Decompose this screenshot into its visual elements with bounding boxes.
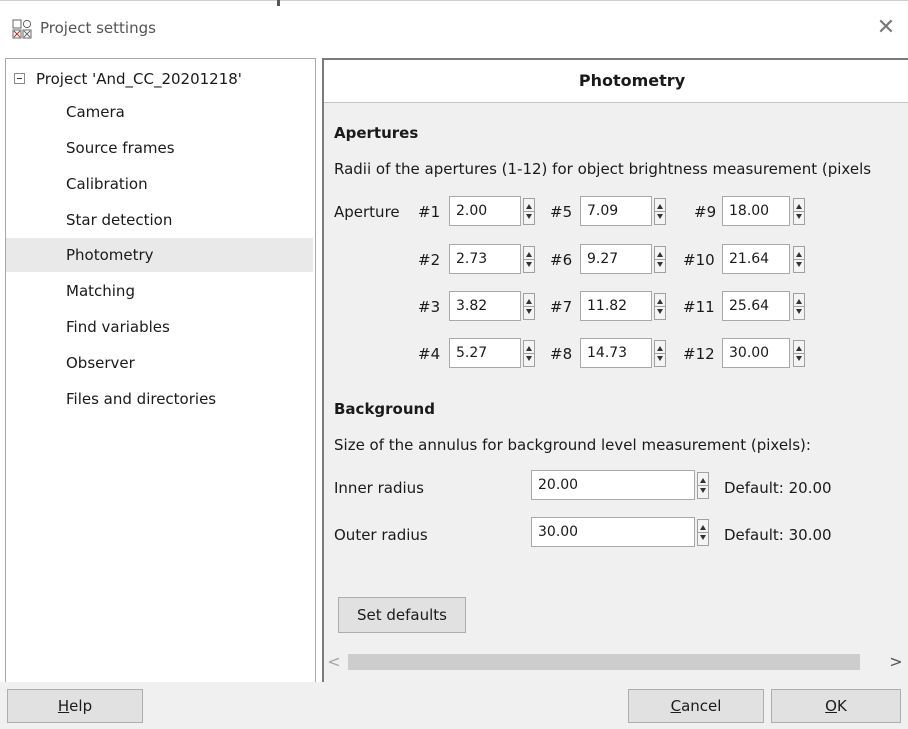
aperture-label-8: #8 [550,345,573,363]
aperture-8-field[interactable]: 14.73 [580,338,666,368]
aperture-8-stepper[interactable] [654,340,666,367]
outer-radius-stepper[interactable] [697,519,709,546]
inner-radius-field[interactable]: 20.00 [531,470,709,500]
aperture-8-value: 14.73 [587,345,628,361]
aperture-2-field[interactable]: 2.73 [449,244,535,274]
aperture-label-5: #5 [550,203,573,221]
aperture-12-stepper[interactable] [793,340,805,367]
aperture-5-stepper[interactable] [654,198,666,225]
cancel-label-rest: ancel [681,697,722,715]
aperture-2-value: 2.73 [456,251,488,267]
aperture-6-value: 9.27 [587,251,619,267]
aperture-5-field[interactable]: 7.09 [580,196,666,226]
aperture-5-value: 7.09 [587,203,619,219]
window-title: Project settings [40,19,156,37]
tree-root-label: Project 'And_CC_20201218' [36,70,242,88]
panel-title: Photometry [578,71,686,90]
aperture-7-field[interactable]: 11.82 [580,291,666,321]
tree-item-files-and-directories[interactable]: Files and directories [6,382,313,416]
apertures-description: Radii of the apertures (1-12) for object… [334,160,872,178]
tree-item-camera[interactable]: Camera [6,95,313,129]
aperture-2-stepper[interactable] [523,246,535,273]
collapse-icon[interactable] [14,73,25,84]
aperture-label-7: #7 [550,298,573,316]
background-description: Size of the annulus for background level… [334,436,811,454]
aperture-4-field[interactable]: 5.27 [449,338,535,368]
outer-radius-field[interactable]: 30.00 [531,517,709,547]
aperture-1-field[interactable]: 2.00 [449,196,535,226]
cancel-button[interactable]: Cancel [628,689,764,723]
aperture-3-value: 3.82 [456,298,488,314]
aperture-label-9: #9 [694,203,717,221]
inner-radius-value: 20.00 [538,477,579,493]
aperture-label-10: #10 [683,251,715,269]
aperture-label-11: #11 [683,298,715,316]
aperture-9-value: 18.00 [729,203,770,219]
aperture-7-stepper[interactable] [654,293,666,320]
tree-item-find-variables[interactable]: Find variables [6,310,313,344]
aperture-4-value: 5.27 [456,345,488,361]
inner-radius-default: Default: 20.00 [724,479,832,497]
aperture-label-4: #4 [418,345,441,363]
outer-radius-label: Outer radius [334,526,428,544]
aperture-1-stepper[interactable] [523,198,535,225]
ok-mnemonic: O [825,697,837,715]
help-mnemonic: H [57,697,70,715]
settings-tree: Project 'And_CC_20201218' Camera Source … [5,58,316,684]
window-top-border [0,0,908,1]
aperture-label-2: #2 [418,251,441,269]
tree-item-matching[interactable]: Matching [6,274,313,308]
aperture-6-stepper[interactable] [654,246,666,273]
tree-item-source-frames[interactable]: Source frames [6,131,313,165]
apertures-heading: Apertures [334,124,419,142]
aperture-3-stepper[interactable] [523,293,535,320]
inner-radius-stepper[interactable] [697,472,709,499]
aperture-row-label: Aperture [334,203,400,221]
aperture-label-1: #1 [418,203,441,221]
background-heading: Background [334,400,435,418]
photometry-panel: Photometry Apertures Radii of the apertu… [322,58,908,682]
help-label-rest: elp [69,697,93,715]
scroll-right-icon[interactable]: > [886,652,906,672]
aperture-3-field[interactable]: 3.82 [449,291,535,321]
ok-label-rest: K [836,697,847,715]
tree-item-calibration[interactable]: Calibration [6,167,313,201]
aperture-1-value: 2.00 [456,203,488,219]
dialog-footer: Help Cancel OK [0,682,908,729]
aperture-11-field[interactable]: 25.64 [722,291,805,321]
aperture-9-stepper[interactable] [793,198,805,225]
aperture-label-3: #3 [418,298,441,316]
set-defaults-button[interactable]: Set defaults [338,597,466,633]
panel-header: Photometry [324,60,908,103]
horizontal-scrollbar[interactable]: < > [324,652,908,672]
aperture-10-field[interactable]: 21.64 [722,244,805,274]
tree-item-photometry[interactable]: Photometry [6,238,313,272]
aperture-10-value: 21.64 [729,251,770,267]
tree-item-star-detection[interactable]: Star detection [6,203,313,237]
aperture-10-stepper[interactable] [793,246,805,273]
aperture-11-stepper[interactable] [793,293,805,320]
aperture-9-field[interactable]: 18.00 [722,196,805,226]
aperture-12-value: 30.00 [729,345,770,361]
close-icon[interactable]: ✕ [872,14,900,42]
app-icon [12,19,32,39]
aperture-4-stepper[interactable] [523,340,535,367]
tree-item-observer[interactable]: Observer [6,346,313,380]
ok-button[interactable]: OK [771,689,901,723]
outer-radius-value: 30.00 [538,524,579,540]
cancel-mnemonic: C [670,697,682,715]
outer-radius-default: Default: 30.00 [724,526,832,544]
help-button[interactable]: Help [7,689,143,723]
inner-radius-label: Inner radius [334,479,424,497]
scrollbar-thumb[interactable] [348,654,860,670]
aperture-label-12: #12 [683,345,715,363]
aperture-7-value: 11.82 [587,298,628,314]
aperture-12-field[interactable]: 30.00 [722,338,805,368]
aperture-11-value: 25.64 [729,298,770,314]
aperture-label-6: #6 [550,251,573,269]
window-top-marker [277,0,280,6]
scroll-left-icon[interactable]: < [324,652,344,672]
aperture-6-field[interactable]: 9.27 [580,244,666,274]
